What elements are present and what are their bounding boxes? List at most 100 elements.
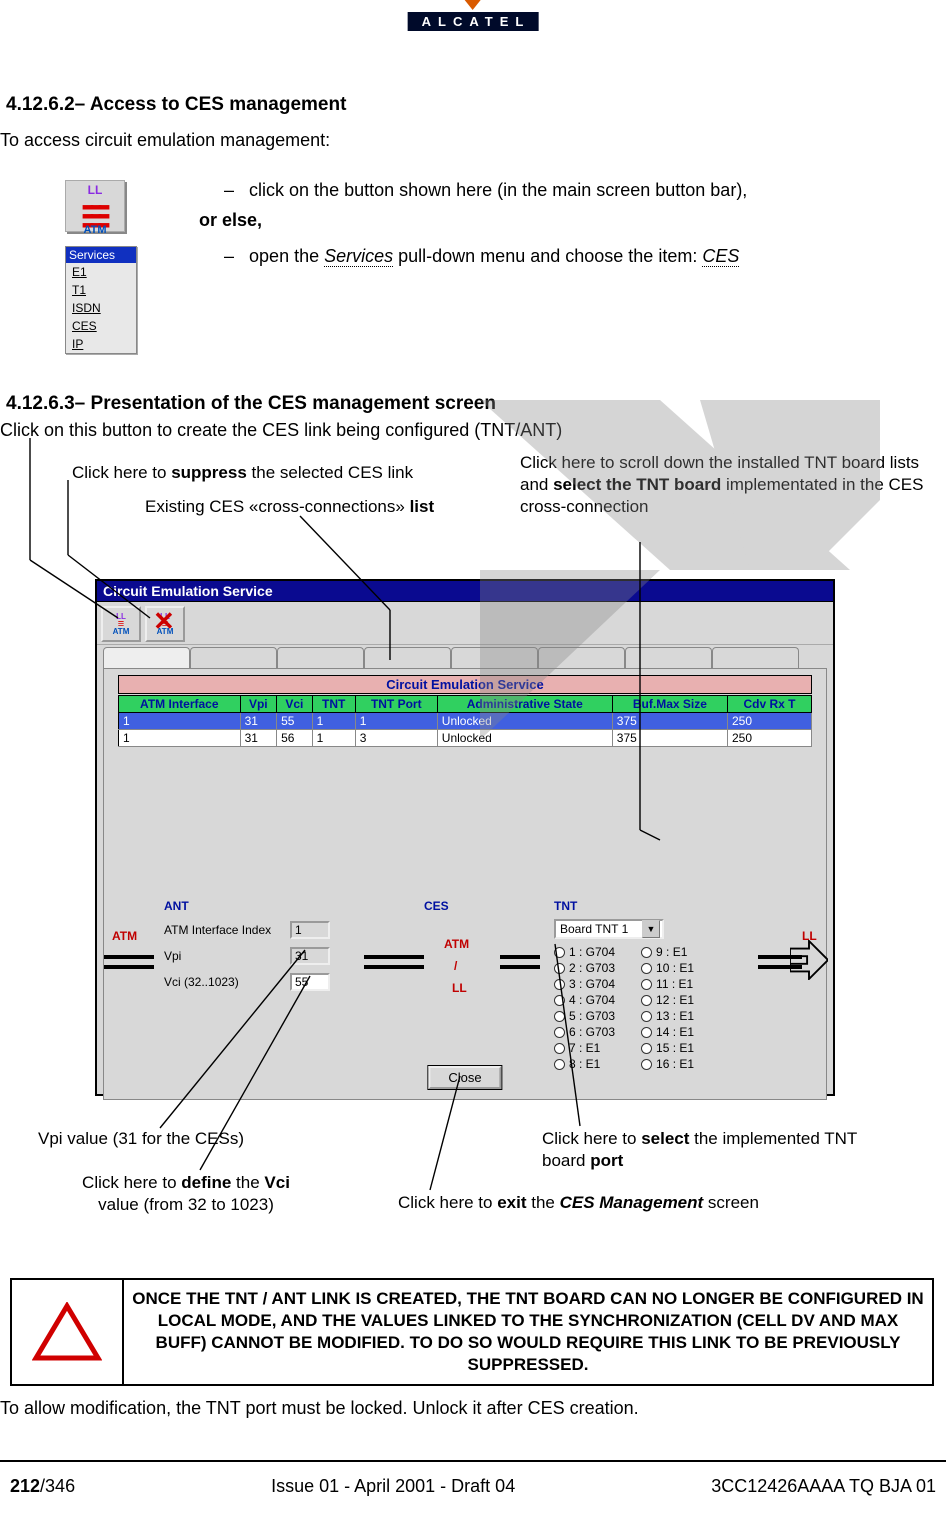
line-icon	[364, 955, 424, 959]
vpi-row: Vpi 31	[164, 947, 330, 965]
radio-item[interactable]: 9 : E1	[641, 945, 694, 959]
cell: Unlocked	[437, 730, 612, 747]
atm-icon-text: ATM	[113, 628, 130, 636]
txt: Click here to	[72, 463, 171, 482]
table-row[interactable]: 1 31 55 1 1 Unlocked 375 250	[119, 713, 812, 730]
suppress-ces-button[interactable]: LL ≡ ATM	[145, 606, 185, 642]
radio-icon	[554, 947, 565, 958]
after-warning-text: To allow modification, the TNT port must…	[0, 1398, 639, 1419]
radio-label: 2 : G703	[569, 961, 615, 975]
tab[interactable]	[190, 647, 277, 668]
txt: Click here to	[542, 1129, 641, 1148]
tab[interactable]	[277, 647, 364, 668]
bullet-1-text: click on the button shown here (in the m…	[249, 180, 747, 200]
radio-item[interactable]: 13 : E1	[641, 1009, 694, 1023]
radio-item[interactable]: 15 : E1	[641, 1041, 694, 1055]
tnt-board-dropdown[interactable]: Board TNT 1 ▼	[554, 919, 664, 939]
radio-label: 4 : G704	[569, 993, 615, 1007]
atm-label: ATM	[66, 224, 124, 236]
dash: –	[224, 180, 234, 200]
col-tnt-port: TNT Port	[355, 696, 437, 713]
tab[interactable]	[451, 647, 538, 668]
cross-connections-table: ATM Interface Vpi Vci TNT TNT Port Admin…	[118, 695, 812, 747]
services-menu-item: T1	[66, 281, 136, 299]
radio-label: 5 : G703	[569, 1009, 615, 1023]
anno-vpi: Vpi value (31 for the CESs)	[38, 1128, 244, 1150]
txt: screen	[703, 1193, 759, 1212]
radio-label: 3 : G704	[569, 977, 615, 991]
close-button[interactable]: Close	[428, 1066, 501, 1089]
col-admin-state: Administrative State	[437, 696, 612, 713]
txt-b: exit	[497, 1193, 526, 1212]
radio-item[interactable]: 1 : G704	[554, 945, 615, 959]
line-icon	[500, 955, 540, 959]
logo-text: ALCATEL	[408, 12, 539, 31]
txt-b: select	[641, 1129, 689, 1148]
page-number: 212/346	[10, 1476, 75, 1497]
footer-center: Issue 01 - April 2001 - Draft 04	[271, 1476, 515, 1497]
vci-input[interactable]: 55	[290, 973, 330, 991]
txt: value (from 32 to 1023)	[98, 1195, 274, 1214]
anno-scroll: Click here to scroll down the installed …	[520, 452, 925, 518]
tab[interactable]	[538, 647, 625, 668]
txt-b: define	[181, 1173, 231, 1192]
radio-item[interactable]: 6 : G703	[554, 1025, 615, 1039]
chevron-down-icon: ▼	[642, 920, 660, 938]
cell: 375	[612, 713, 727, 730]
radio-label: 6 : G703	[569, 1025, 615, 1039]
cell: 1	[355, 713, 437, 730]
bars-icon: ▂▂▂▂▂▂▂▂▂	[66, 197, 124, 224]
radio-icon	[641, 947, 652, 958]
radio-item[interactable]: 10 : E1	[641, 961, 694, 975]
atm-if-label: ATM Interface Index	[164, 923, 284, 937]
radio-item[interactable]: 3 : G704	[554, 977, 615, 991]
bullet-2: – open the Services pull-down menu and c…	[224, 246, 739, 267]
bullet-2-mid: pull-down menu and choose the item:	[393, 246, 702, 266]
tab[interactable]	[712, 647, 799, 668]
cell: 250	[728, 713, 812, 730]
services-menu-item: E1	[66, 263, 136, 281]
create-ces-button[interactable]: LL ≡ ATM	[101, 606, 141, 642]
radio-item[interactable]: 14 : E1	[641, 1025, 694, 1039]
radio-icon	[554, 1011, 565, 1022]
radio-item[interactable]: 16 : E1	[641, 1057, 694, 1071]
tab[interactable]	[103, 647, 190, 668]
radio-icon	[641, 963, 652, 974]
radio-label: 8 : E1	[569, 1057, 600, 1071]
radio-item[interactable]: 12 : E1	[641, 993, 694, 1007]
anno-exit: Click here to exit the CES Management sc…	[398, 1192, 759, 1214]
radio-item[interactable]: 2 : G703	[554, 961, 615, 975]
radio-item[interactable]: 11 : E1	[641, 977, 694, 991]
services-menu-item: IP	[66, 335, 136, 353]
radio-icon	[554, 995, 565, 1006]
col-vci: Vci	[277, 696, 313, 713]
col-cdv-rx: Cdv Rx T	[728, 696, 812, 713]
radio-icon	[641, 995, 652, 1006]
intro-text: To access circuit emulation management:	[0, 130, 330, 151]
bars-icon: ≡	[162, 621, 168, 628]
page-bold: 212	[10, 1476, 40, 1496]
radio-item[interactable]: 4 : G704	[554, 993, 615, 1007]
radio-item[interactable]: 5 : G703	[554, 1009, 615, 1023]
services-italic: Services	[324, 246, 393, 267]
section-4-12-6-2-heading: 4.12.6.2– Access to CES management	[6, 94, 346, 116]
radio-item[interactable]: 7 : E1	[554, 1041, 615, 1055]
radio-icon	[641, 1011, 652, 1022]
cell: 1	[119, 713, 241, 730]
cell: 375	[612, 730, 727, 747]
tab[interactable]	[364, 647, 451, 668]
txt: Existing CES «cross-connections»	[145, 497, 410, 516]
services-pulldown-menu: Services E1 T1 ISDN CES IP	[65, 246, 137, 354]
table-row[interactable]: 1 31 56 1 3 Unlocked 375 250	[119, 730, 812, 747]
radio-label: 1 : G704	[569, 945, 615, 959]
atm-over-label: ATM	[444, 937, 469, 951]
radio-icon	[554, 1027, 565, 1038]
anno-port: Click here to select the implemented TNT…	[542, 1128, 882, 1172]
tab[interactable]	[625, 647, 712, 668]
slash-label: /	[454, 959, 457, 973]
vci-row: Vci (32..1023) 55	[164, 973, 330, 991]
radio-item[interactable]: 8 : E1	[554, 1057, 615, 1071]
txt: Click here to	[398, 1193, 497, 1212]
warning-box: ONCE THE TNT / ANT LINK IS CREATED, THE …	[10, 1278, 934, 1386]
radio-label: 10 : E1	[656, 961, 694, 975]
